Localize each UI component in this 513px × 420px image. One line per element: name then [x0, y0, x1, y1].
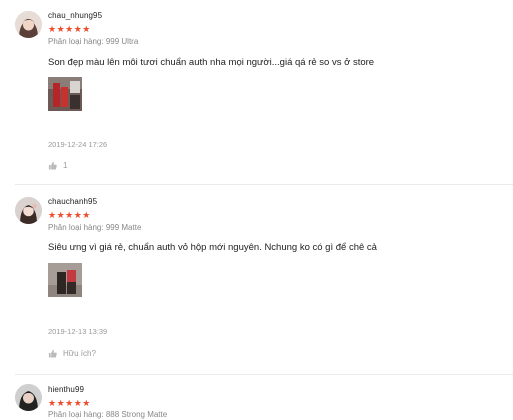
product-variant: Phân loại hàng: 888 Strong Matte [48, 410, 168, 419]
user-avatar-icon [15, 384, 42, 411]
rating-stars: ★★★★★ [48, 398, 91, 408]
review-item: hienthu99 ★★★★★ Phân loại hàng: 888 Stro… [0, 375, 513, 420]
like-count: 1 [63, 161, 68, 170]
review-comment: Siêu ưng vì giá rẻ, chuẩn auth vỏ hộp mớ… [48, 242, 377, 253]
helpful-button[interactable]: Hữu ích? [48, 349, 96, 358]
helpful-label: Hữu ích? [63, 349, 96, 358]
username[interactable]: hienthu99 [48, 385, 84, 394]
review-item: chauchanh95 ★★★★★ Phân loại hàng: 999 Ma… [0, 185, 513, 375]
review-timestamp: 2019-12-13 13:39 [48, 327, 108, 336]
lipstick-photo-thumbnail [48, 263, 82, 297]
rating-stars: ★★★★★ [48, 24, 91, 34]
user-avatar-icon [15, 11, 42, 38]
product-variant: Phân loại hàng: 999 Ultra [48, 37, 139, 46]
username[interactable]: chauchanh95 [48, 197, 97, 206]
rating-stars: ★★★★★ [48, 210, 91, 220]
review-comment: Son đẹp màu lên môi tươi chuẩn auth nha … [48, 57, 375, 68]
review-timestamp: 2019-12-24 17:26 [48, 140, 108, 149]
like-button[interactable]: 1 [48, 161, 67, 170]
review-photo[interactable] [48, 263, 82, 297]
review-photo[interactable] [48, 77, 82, 111]
lipstick-photo-thumbnail [48, 77, 82, 111]
avatar[interactable] [15, 11, 42, 38]
thumbs-up-icon [48, 161, 57, 170]
product-variant: Phân loại hàng: 999 Matte [48, 223, 142, 232]
avatar[interactable] [15, 197, 42, 224]
username[interactable]: chau_nhung95 [48, 11, 102, 20]
avatar[interactable] [15, 384, 42, 411]
review-item: chau_nhung95 ★★★★★ Phân loại hàng: 999 U… [0, 0, 513, 185]
user-avatar-icon [15, 197, 42, 224]
thumbs-up-icon [48, 349, 57, 358]
